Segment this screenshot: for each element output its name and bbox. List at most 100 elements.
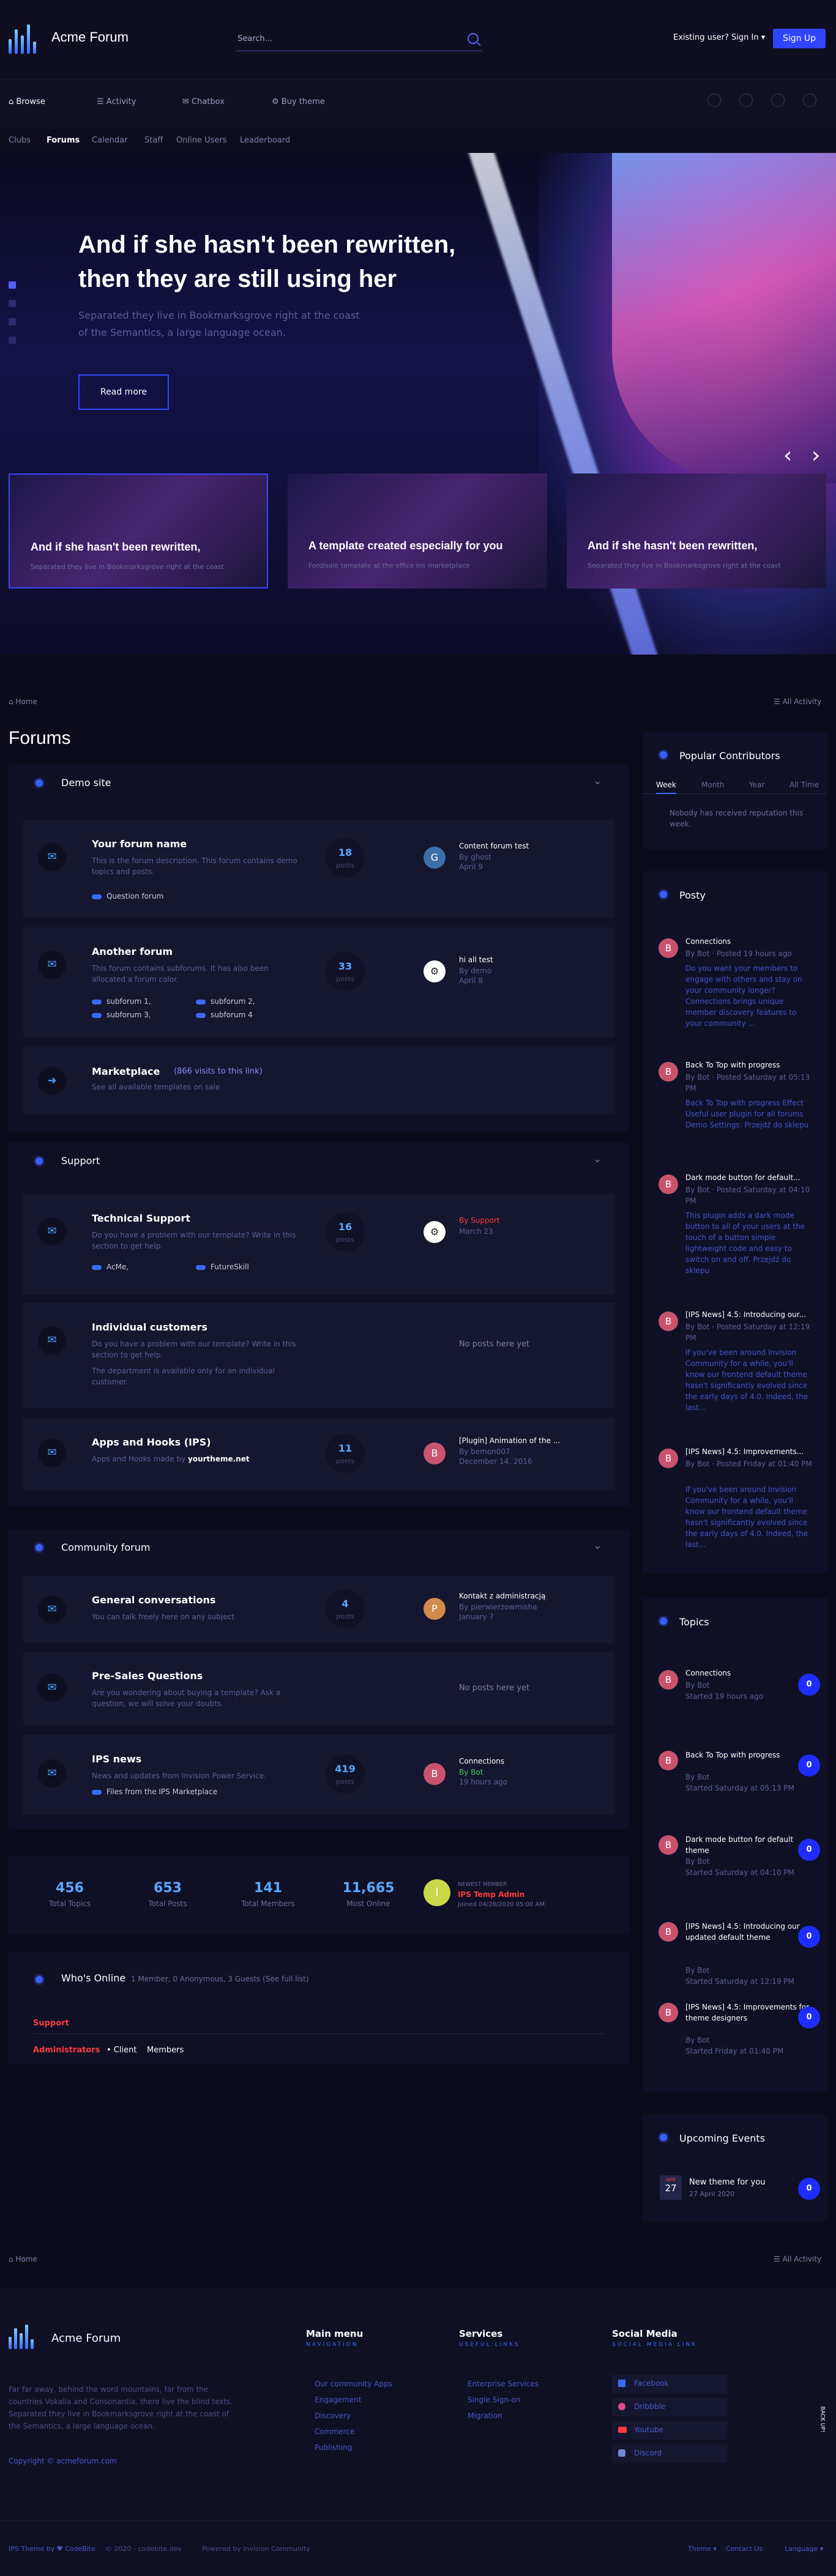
topic-author[interactable]: By Bot — [685, 1856, 814, 1867]
last-post-author[interactable]: By ghost — [459, 853, 491, 861]
avatar[interactable]: B — [659, 1449, 678, 1468]
footer-link[interactable]: Discovery — [315, 2411, 351, 2420]
avatar[interactable]: B — [659, 1175, 678, 1194]
subnav-leaderboard[interactable]: Leaderboard — [240, 136, 290, 145]
topic-title[interactable]: Back To Top with progress — [685, 1750, 814, 1761]
forum-name[interactable]: Another forum — [92, 946, 173, 957]
all-activity-link[interactable]: ☰ All Activity — [774, 697, 821, 706]
avatar[interactable]: B — [659, 1835, 678, 1855]
forum-name[interactable]: Marketplace — [92, 1066, 160, 1077]
forum-row[interactable]: ✉ Apps and Hooks (IPS) Apps and Hooks ma… — [23, 1418, 614, 1490]
newest-member-name[interactable]: IPS Temp Admin — [458, 1890, 524, 1899]
subforum-link[interactable]: subforum 1, — [92, 997, 151, 1006]
contact-link[interactable]: Contact Us — [726, 2545, 763, 2553]
footer-link[interactable]: Enterprise Services — [468, 2380, 539, 2388]
post-title[interactable]: Connections — [685, 937, 814, 946]
logo-icon[interactable] — [9, 2322, 42, 2349]
chevron-down-icon[interactable]: ⌄ — [593, 1539, 602, 1552]
post-title[interactable]: Dark mode button for default... — [685, 1173, 814, 1182]
last-post-author[interactable]: By pierwierzowmisha — [459, 1603, 537, 1611]
chevron-down-icon[interactable]: ⌄ — [593, 774, 602, 787]
forum-name[interactable]: Your forum name — [92, 838, 187, 850]
site-title[interactable]: Acme Forum — [51, 29, 129, 45]
sign-in-link[interactable]: Existing user? Sign In ▾ — [673, 33, 765, 42]
back-to-top-button[interactable]: BACK UP! — [819, 2407, 825, 2433]
forum-row[interactable]: ✉ Technical Support Do you have a proble… — [23, 1194, 614, 1294]
avatar[interactable]: B — [659, 1062, 678, 1082]
tab-year[interactable]: Year — [749, 781, 764, 789]
subforum-link[interactable]: subforum 2, — [196, 997, 255, 1006]
slider-dot[interactable] — [9, 336, 16, 344]
post-title[interactable]: Back To Top with progress — [685, 1061, 814, 1069]
forum-row[interactable]: ✉ Individual customers Do you have a pro… — [23, 1303, 614, 1408]
avatar[interactable]: G — [424, 847, 446, 869]
post-title[interactable]: [IPS News] 4.5: Improvements... — [685, 1447, 814, 1456]
topic-title[interactable]: [IPS News] 4.5: Improvements for theme d… — [685, 2002, 814, 2024]
last-post-title[interactable]: Connections — [459, 1757, 600, 1765]
last-post-author[interactable]: By bemon007 — [459, 1447, 510, 1456]
avatar[interactable]: B — [424, 1442, 446, 1464]
forum-row[interactable]: ✉ Pre-Sales Questions Are you wondering … — [23, 1652, 614, 1725]
breadcrumb-home[interactable]: ⌂ Home — [9, 697, 37, 706]
topic-author[interactable]: By Bot — [685, 1680, 814, 1691]
category-header[interactable]: Demo site ⌄ — [9, 765, 629, 801]
topic-author[interactable]: By Bot — [685, 1772, 814, 1783]
avatar[interactable]: B — [424, 1763, 446, 1785]
topic-author[interactable]: By Bot — [685, 1965, 814, 1976]
social-icon[interactable] — [771, 94, 785, 107]
nav-browse[interactable]: ⌂ Browse — [9, 97, 45, 106]
event-title[interactable]: New theme for you — [689, 2178, 766, 2187]
footer-link[interactable]: Publishing — [315, 2443, 352, 2452]
sign-up-button[interactable]: Sign Up — [773, 29, 826, 48]
dribbble-link[interactable]: Dribbble — [612, 2398, 727, 2416]
slide-card[interactable]: And if she hasn't been rewritten, Separa… — [9, 473, 268, 588]
footer-link[interactable]: Our community Apps — [315, 2380, 392, 2388]
last-post-author[interactable]: By Bot — [459, 1768, 483, 1776]
avatar[interactable]: ⚙ — [424, 960, 446, 982]
subnav-clubs[interactable]: Clubs — [9, 136, 31, 145]
forum-row[interactable]: ✉ Another forum This forum contains subf… — [23, 927, 614, 1037]
last-post-author[interactable]: By Support — [459, 1216, 600, 1225]
last-post-title[interactable]: Content forum test — [459, 842, 600, 850]
subnav-calendar[interactable]: Calendar — [92, 136, 127, 145]
avatar[interactable]: ⚙ — [424, 1221, 446, 1243]
avatar[interactable]: B — [659, 1751, 678, 1770]
social-icon[interactable] — [803, 94, 816, 107]
forum-name[interactable]: IPS news — [92, 1753, 141, 1765]
subforum-link[interactable]: subforum 3, — [92, 1011, 151, 1019]
online-summary[interactable]: 1 Member, 0 Anonymous, 3 Guests (See ful… — [131, 1975, 309, 1983]
topic-title[interactable]: Connections — [685, 1669, 814, 1677]
footer-link[interactable]: Single Sign-on — [468, 2396, 520, 2404]
forum-row[interactable]: ➜ Marketplace (866 visits to this link) … — [23, 1047, 614, 1115]
forum-name[interactable]: Individual customers — [92, 1321, 207, 1333]
chevron-down-icon[interactable]: ⌄ — [593, 1153, 602, 1165]
all-activity-link[interactable]: ☰ All Activity — [774, 2255, 821, 2263]
footer-link[interactable]: Migration — [468, 2411, 502, 2420]
category-header[interactable]: Support ⌄ — [9, 1143, 629, 1179]
subforum-link[interactable]: Question forum — [92, 892, 163, 900]
logo-icon[interactable] — [9, 23, 47, 54]
forum-row[interactable]: ✉ Your forum name This is the forum desc… — [23, 820, 614, 918]
avatar[interactable]: B — [659, 1922, 678, 1942]
avatar[interactable]: I — [424, 1879, 450, 1906]
subforum-link[interactable]: AcMe, — [92, 1263, 129, 1271]
forum-name[interactable]: Apps and Hooks (IPS) — [92, 1436, 211, 1448]
read-more-button[interactable]: Read more — [78, 374, 169, 410]
social-icon[interactable] — [739, 94, 753, 107]
language-switcher[interactable]: Language ▾ — [785, 2545, 823, 2553]
subnav-online-users[interactable]: Online Users — [176, 136, 226, 145]
social-icon[interactable] — [707, 94, 721, 107]
prev-arrow-icon[interactable]: ‹ — [783, 443, 792, 468]
slide-card[interactable]: And if she hasn't been rewritten, Separa… — [567, 473, 826, 588]
post-title[interactable]: [IPS News] 4.5: Introducing our... — [685, 1310, 814, 1319]
subforum-link[interactable]: FutureSkill — [196, 1263, 249, 1271]
subforum-link[interactable]: subforum 4 — [196, 1011, 253, 1019]
footer-link[interactable]: Commerce — [315, 2427, 354, 2436]
last-post-author[interactable]: By demo — [459, 967, 491, 975]
breadcrumb-home[interactable]: ⌂ Home — [9, 2255, 37, 2263]
subforum-link[interactable]: Files from the IPS Marketplace — [92, 1787, 217, 1796]
subnav-forums[interactable]: Forums — [47, 136, 80, 145]
powered-by[interactable]: Powered by Invision Community — [202, 2545, 310, 2553]
theme-switcher[interactable]: Theme ▾ — [688, 2545, 717, 2553]
facebook-link[interactable]: Facebook — [612, 2375, 727, 2393]
